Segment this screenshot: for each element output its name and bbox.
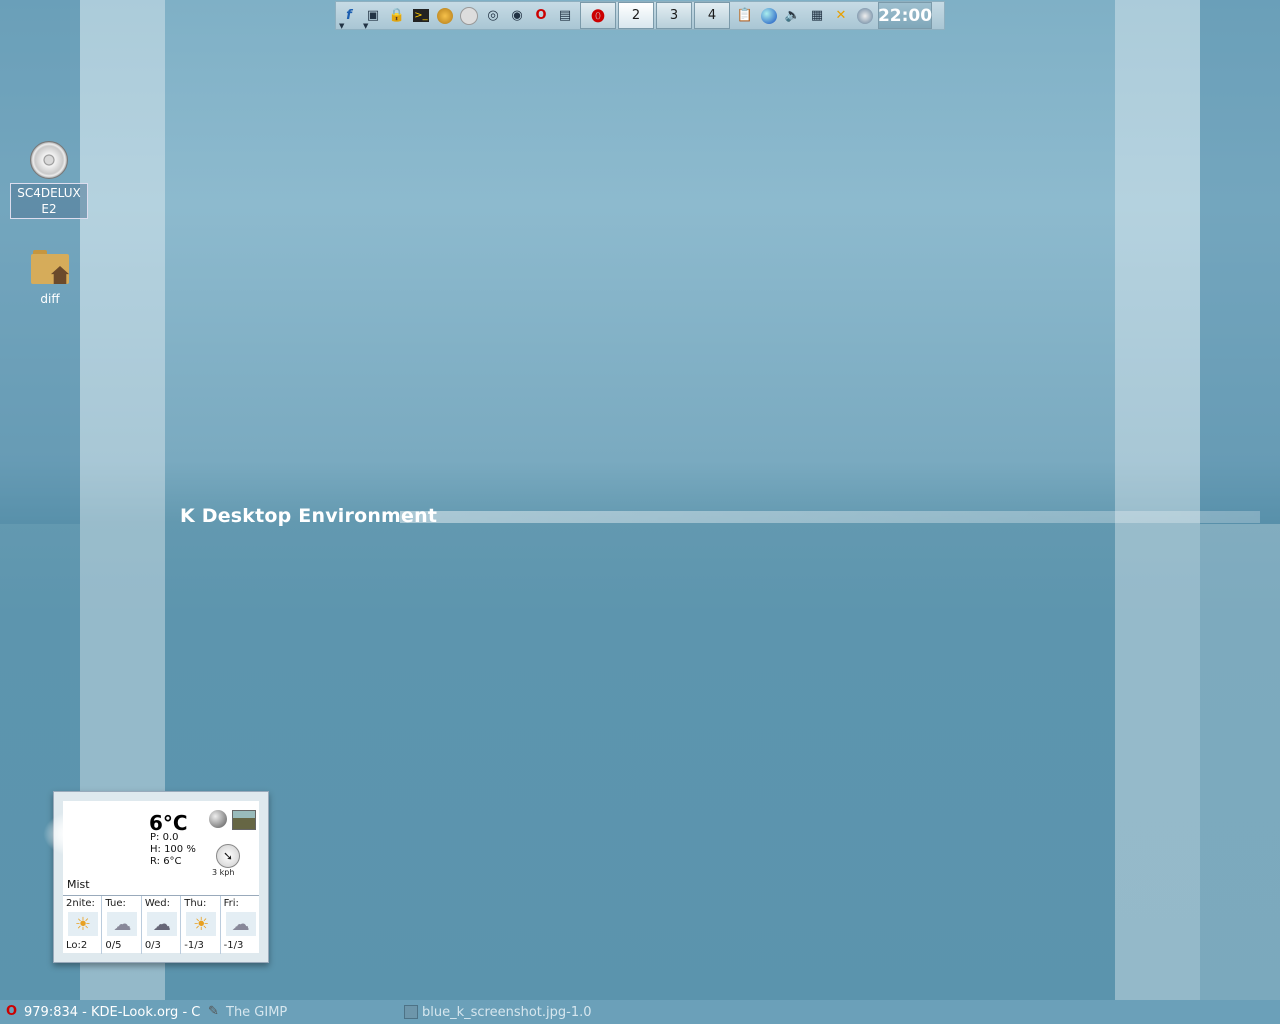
desktop-2-button[interactable]: 2 [618,2,654,29]
desktop-icon-label: SC4DELUX E2 [10,183,88,219]
globe-icon [761,7,777,24]
weather-applet[interactable]: 6°C P: 0.0 H: 100 % R: 6°C ➘ 3 kph Mist … [43,791,269,963]
forecast-table: 2nite: ☀ Lo:2 Tue: ☁ 0/5 Wed: ☁ 0/3 Thu:… [63,895,259,954]
desktop-icon-cdrom[interactable]: SC4DELUX E2 [10,141,88,219]
task-label: blue_k_screenshot.jpg-1.0 [422,1004,592,1020]
opera-icon: O [6,1004,18,1019]
forecast-day-label: Wed: [144,898,170,909]
network-monitor-icon: ▦ [810,8,824,23]
wallpaper-panel-bottom-right [1200,524,1280,1000]
opera-window-icon: ⓿ [591,10,605,25]
snow-icon: ☁ [107,912,138,936]
forecast-day-label: Fri: [223,898,239,909]
wallpaper-title: K Desktop Environment [180,505,438,527]
paint-icon [437,7,453,24]
kde-menu-button[interactable]: f ▼ [338,5,360,30]
kicker-panel: f ▼ ▣ ▼ 🔒 >_ ◎ ◉ O ▤ ⓿ 2 3 4 📋 🔈 ▦ ✕ 22:… [335,1,945,30]
network-button[interactable]: ◉ [506,5,528,27]
opera-button[interactable]: O [530,5,552,27]
home-folder-icon [31,250,69,284]
terminal-button[interactable]: >_ [410,5,432,27]
forecast-day: Fri: ☁ -1/3 [221,896,259,954]
image-icon [404,1005,418,1019]
network-icon: ◉ [511,8,523,23]
desktop-icon-diff[interactable]: diff [20,250,80,306]
presentation-button[interactable]: ▤ [554,5,576,27]
network-monitor-button[interactable]: ▦ [806,5,828,27]
desktop-4-button[interactable]: 4 [694,2,730,29]
volume-button[interactable]: 🔈 [782,5,804,27]
real-feel: R: 6°C [150,856,182,867]
wallpaper-panel-right [1200,0,1280,524]
terminal-icon: >_ [413,9,429,22]
forecast-day: Tue: ☁ 0/5 [102,896,142,954]
forecast-temp: 0/5 [105,940,122,951]
globe-icon[interactable] [209,810,227,828]
kde-menu-icon: f [346,8,352,23]
tools-button[interactable]: ✕ [830,5,852,27]
window-list-icon: ▣ [366,8,380,23]
forecast-temp: 0/3 [144,940,161,951]
binoculars-icon: ◎ [487,8,499,23]
forecast-day: 2nite: ☀ Lo:2 [63,896,103,954]
paint-button[interactable] [434,5,456,27]
humidity: H: 100 % [150,844,196,855]
binoculars-button[interactable]: ◎ [482,5,504,27]
desktop-3-button[interactable]: 3 [656,2,692,29]
menu-arrow-icon: ▼ [339,21,345,30]
menu-arrow-icon: ▼ [363,21,369,30]
forecast-temp: -1/3 [223,940,244,951]
forecast-temp: -1/3 [184,940,204,951]
satellite-icon [857,7,873,24]
blank-button[interactable] [458,5,480,27]
opera-icon: O [535,8,547,23]
taskbar-item-gimp[interactable]: ✎ The GIMP [202,1000,398,1024]
window-list-button[interactable]: ▣ ▼ [362,5,384,30]
forecast-day: Wed: ☁ 0/3 [142,896,182,954]
cdrom-icon [30,141,68,179]
blank-icon [460,6,478,25]
lock-icon: 🔒 [388,8,406,23]
condition: Mist [67,878,90,891]
tools-icon: ✕ [835,8,847,23]
gimp-icon: ✎ [208,1004,219,1019]
clipboard-icon: 📋 [736,8,754,23]
wind-speed: 3 kph [212,868,235,877]
wallpaper-stripe-right [1115,0,1200,1000]
desktop-icon-label: diff [40,292,60,306]
clock[interactable]: 22:00 [878,2,932,29]
radar-icon[interactable] [232,810,256,830]
forecast-day-label: Tue: [105,898,126,909]
snow-icon: ☁ [225,912,256,936]
taskbar-item-image[interactable]: blue_k_screenshot.jpg-1.0 [398,1000,644,1024]
snow-icon: ☁ [146,912,177,936]
weather-panel: 6°C P: 0.0 H: 100 % R: 6°C ➘ 3 kph Mist … [43,801,259,954]
task-label: The GIMP [226,1004,288,1020]
wallpaper-line [400,511,1260,523]
wind-compass-icon: ➘ [216,844,240,868]
task-label: 979:834 - KDE-Look.org - C [24,1004,201,1020]
taskbar-item-opera[interactable]: O 979:834 - KDE-Look.org - C [0,1000,202,1024]
forecast-temp: Lo:2 [66,940,88,951]
lock-button[interactable]: 🔒 [386,5,408,27]
forecast-day-label: Thu: [184,898,207,909]
pressure: P: 0.0 [150,832,179,843]
presentation-icon: ▤ [558,8,572,23]
clipboard-button[interactable]: 📋 [734,5,756,27]
speaker-icon: 🔈 [784,8,802,23]
forecast-day-label: 2nite: [66,898,95,909]
taskbar: O 979:834 - KDE-Look.org - C ✎ The GIMP … [0,1000,1280,1024]
forecast-day: Thu: ☀ -1/3 [181,896,221,954]
mist-icon [43,809,123,859]
desktop-1-button[interactable]: ⓿ [580,2,616,29]
satellite-button[interactable] [854,5,876,27]
partly-cloudy-icon: ☀ [68,912,98,936]
globe-button[interactable] [758,5,780,27]
partly-cloudy-icon: ☀ [186,912,217,936]
